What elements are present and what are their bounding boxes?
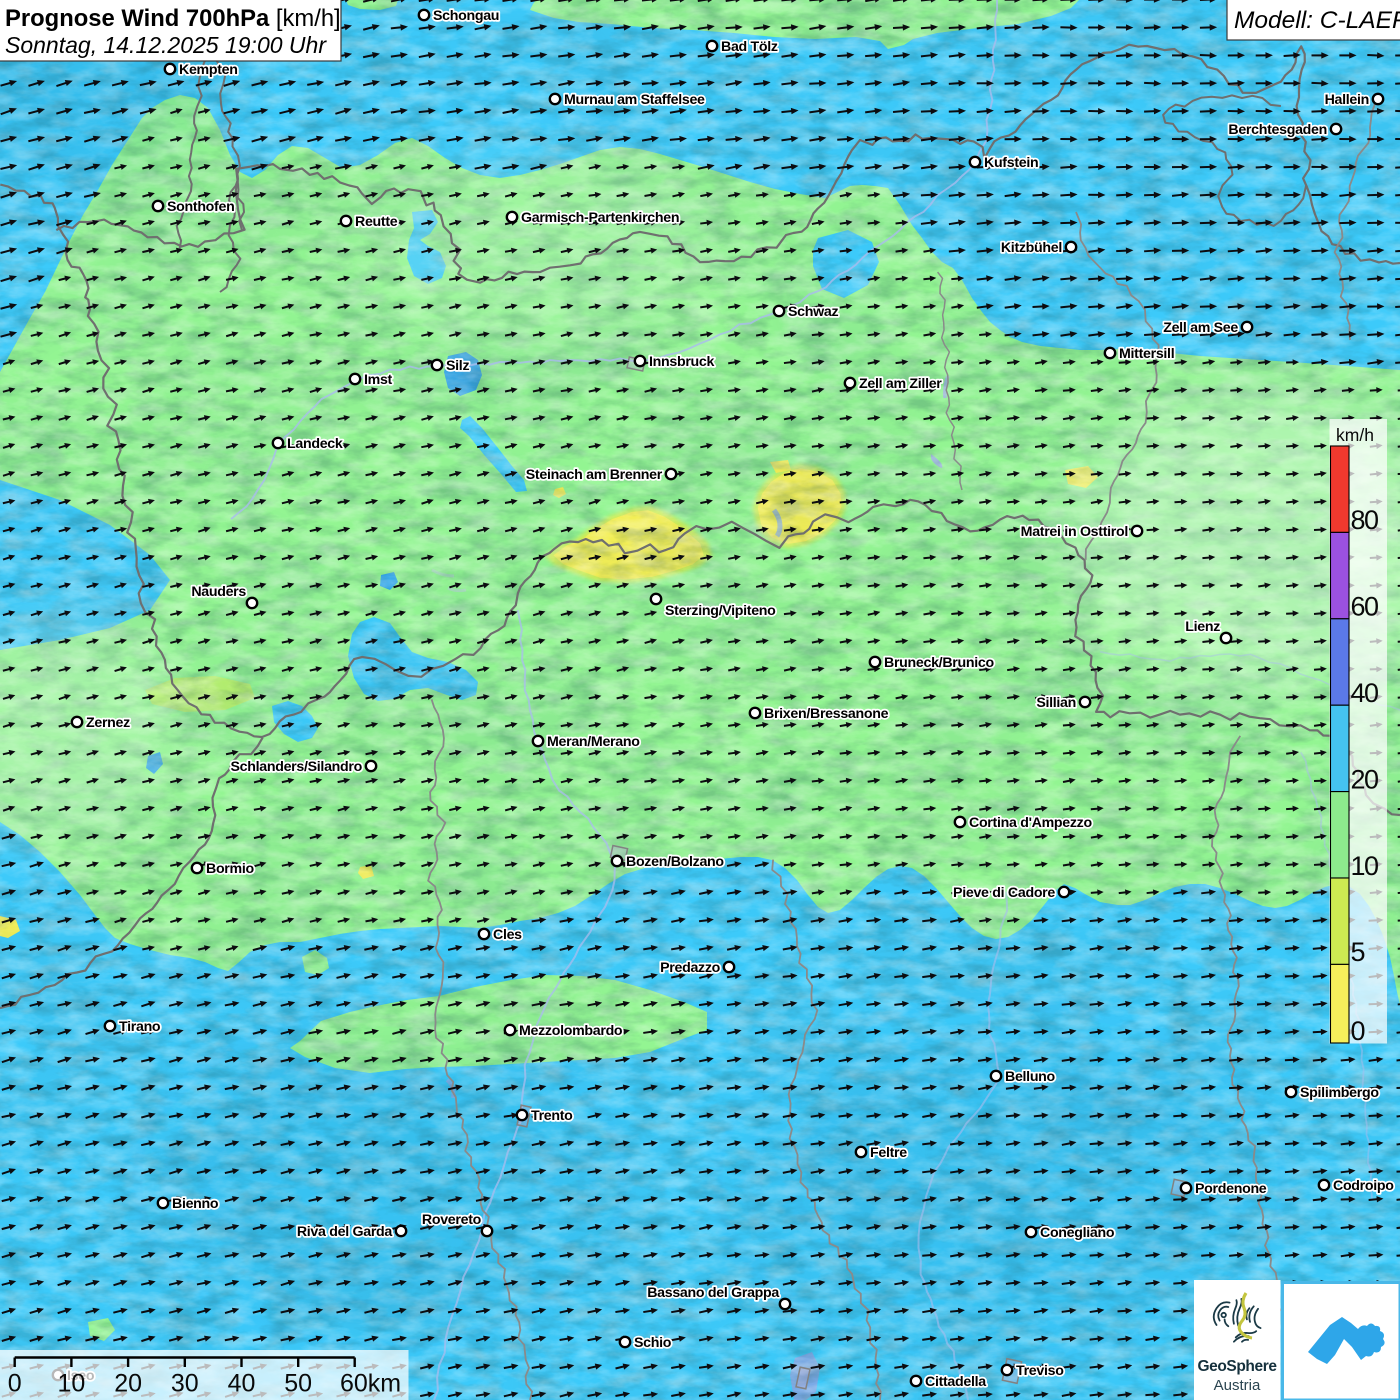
svg-text:Treviso: Treviso bbox=[1016, 1363, 1064, 1379]
svg-text:Nauders: Nauders bbox=[191, 584, 246, 600]
svg-text:Conegliano: Conegliano bbox=[1040, 1225, 1115, 1241]
svg-text:Bienno: Bienno bbox=[172, 1196, 219, 1212]
svg-text:Austria: Austria bbox=[1214, 1377, 1261, 1394]
svg-text:Berchtesgaden: Berchtesgaden bbox=[1228, 122, 1327, 138]
svg-text:Sonthofen: Sonthofen bbox=[167, 199, 234, 215]
svg-text:GeoSphere: GeoSphere bbox=[1197, 1358, 1277, 1375]
svg-text:Trento: Trento bbox=[531, 1108, 573, 1124]
svg-text:Kufstein: Kufstein bbox=[984, 155, 1038, 171]
svg-text:80: 80 bbox=[1351, 505, 1379, 535]
svg-text:Murnau am Staffelsee: Murnau am Staffelsee bbox=[564, 92, 705, 108]
svg-text:Feltre: Feltre bbox=[870, 1145, 907, 1161]
svg-text:50: 50 bbox=[284, 1370, 312, 1398]
svg-text:Pieve di Cadore: Pieve di Cadore bbox=[953, 885, 1055, 901]
svg-text:Schongau: Schongau bbox=[433, 8, 499, 24]
svg-text:Schio: Schio bbox=[634, 1335, 672, 1351]
svg-text:Bassano del Grappa: Bassano del Grappa bbox=[647, 1285, 779, 1301]
svg-text:Lienz: Lienz bbox=[1185, 619, 1220, 635]
svg-text:5: 5 bbox=[1351, 937, 1365, 967]
svg-text:40: 40 bbox=[1351, 678, 1379, 708]
svg-text:Bruneck/Brunico: Bruneck/Brunico bbox=[884, 655, 994, 671]
svg-text:Cortina d'Ampezzo: Cortina d'Ampezzo bbox=[969, 815, 1092, 831]
svg-text:Bad Tölz: Bad Tölz bbox=[721, 39, 778, 55]
svg-text:30: 30 bbox=[171, 1370, 199, 1398]
svg-text:Hallein: Hallein bbox=[1325, 92, 1369, 108]
svg-text:0: 0 bbox=[8, 1370, 22, 1398]
svg-text:10: 10 bbox=[1351, 851, 1379, 881]
svg-text:Sonntag, 14.12.2025 19:00 Uhr: Sonntag, 14.12.2025 19:00 Uhr bbox=[5, 32, 327, 58]
svg-text:Tirano: Tirano bbox=[119, 1019, 161, 1035]
svg-text:Cittadella: Cittadella bbox=[925, 1374, 986, 1390]
svg-text:Modell: C-LAEF: Modell: C-LAEF bbox=[1234, 7, 1400, 34]
svg-text:Sillian: Sillian bbox=[1036, 695, 1076, 711]
svg-text:Zernez: Zernez bbox=[86, 715, 130, 731]
svg-text:Zell am Ziller: Zell am Ziller bbox=[859, 376, 942, 392]
svg-text:0: 0 bbox=[1351, 1016, 1365, 1046]
svg-text:Steinach am Brenner: Steinach am Brenner bbox=[526, 467, 663, 483]
svg-text:Schlanders/Silandro: Schlanders/Silandro bbox=[231, 759, 363, 775]
svg-text:km/h: km/h bbox=[1336, 425, 1374, 445]
svg-text:Mezzolombardo: Mezzolombardo bbox=[519, 1023, 623, 1039]
svg-text:Innsbruck: Innsbruck bbox=[649, 354, 715, 370]
svg-text:Bozen/Bolzano: Bozen/Bolzano bbox=[626, 854, 724, 870]
svg-text:20: 20 bbox=[1351, 764, 1379, 794]
svg-text:Riva del Garda: Riva del Garda bbox=[297, 1224, 393, 1240]
svg-text:Reutte: Reutte bbox=[355, 214, 398, 230]
svg-text:Rovereto: Rovereto bbox=[422, 1212, 482, 1228]
svg-text:Bormio: Bormio bbox=[206, 861, 254, 877]
svg-text:Spilimbergo: Spilimbergo bbox=[1300, 1085, 1379, 1101]
svg-text:Matrei in Osttirol: Matrei in Osttirol bbox=[1021, 524, 1128, 540]
svg-text:Landeck: Landeck bbox=[287, 436, 343, 452]
svg-text:Predazzo: Predazzo bbox=[660, 960, 721, 976]
svg-text:Garmisch-Partenkirchen: Garmisch-Partenkirchen bbox=[521, 210, 679, 226]
svg-text:Sterzing/Vipiteno: Sterzing/Vipiteno bbox=[665, 603, 776, 619]
svg-text:Kempten: Kempten bbox=[179, 62, 238, 78]
svg-text:Kitzbühel: Kitzbühel bbox=[1001, 240, 1062, 256]
svg-text:Prognose Wind 700hPa [km/h]: Prognose Wind 700hPa [km/h] bbox=[5, 5, 341, 32]
svg-text:Zell am See: Zell am See bbox=[1163, 320, 1238, 336]
svg-text:Pordenone: Pordenone bbox=[1195, 1181, 1267, 1197]
svg-text:60: 60 bbox=[1351, 592, 1379, 622]
svg-text:Silz: Silz bbox=[446, 358, 469, 374]
svg-text:Meran/Merano: Meran/Merano bbox=[547, 734, 640, 750]
svg-text:40: 40 bbox=[228, 1370, 256, 1398]
svg-text:60km: 60km bbox=[340, 1370, 401, 1398]
svg-text:Schwaz: Schwaz bbox=[788, 304, 838, 320]
svg-text:10: 10 bbox=[57, 1370, 85, 1398]
svg-text:Cles: Cles bbox=[493, 927, 522, 943]
svg-text:Imst: Imst bbox=[364, 372, 393, 388]
svg-text:Brixen/Bressanone: Brixen/Bressanone bbox=[764, 706, 889, 722]
svg-text:Mittersill: Mittersill bbox=[1119, 346, 1174, 362]
svg-text:Belluno: Belluno bbox=[1005, 1069, 1056, 1085]
svg-text:20: 20 bbox=[114, 1370, 142, 1398]
svg-text:Codroipo: Codroipo bbox=[1333, 1178, 1394, 1194]
